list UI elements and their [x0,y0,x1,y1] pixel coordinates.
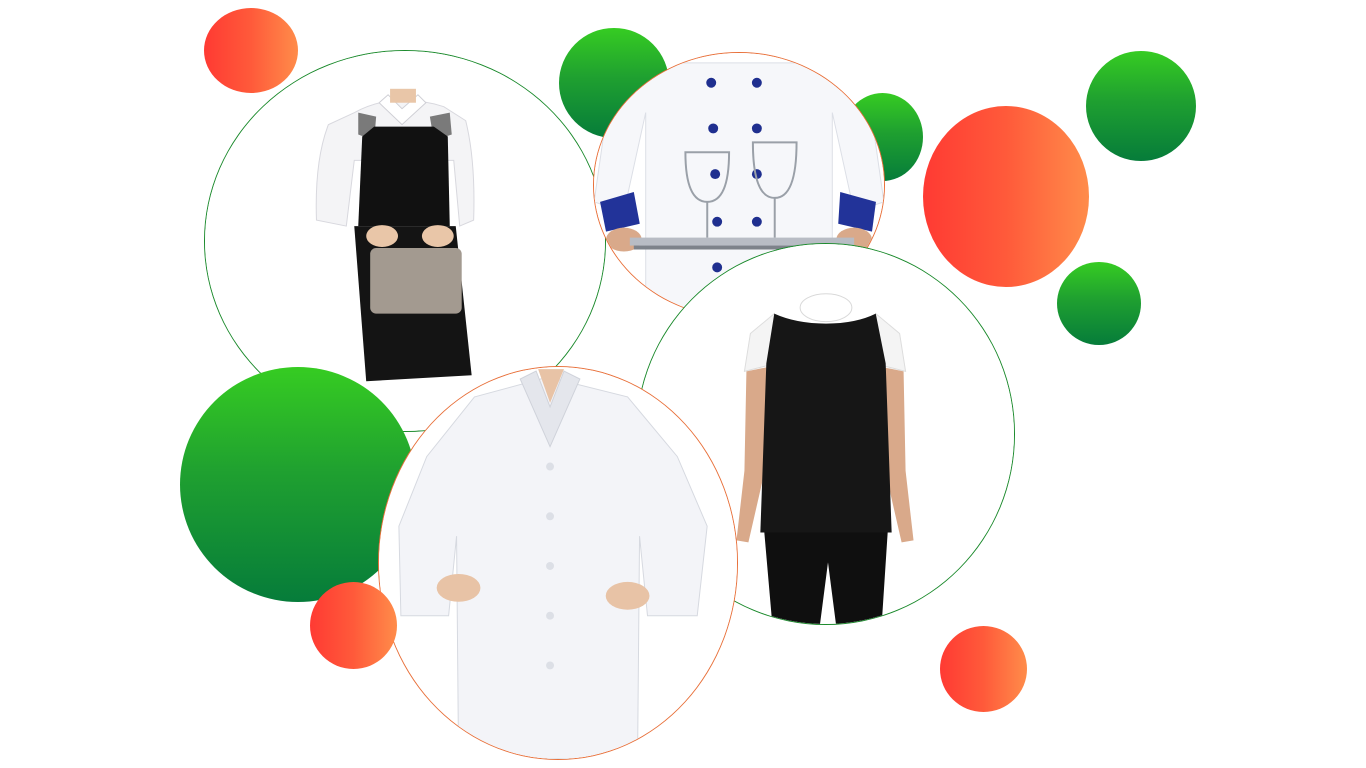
orange-bubble-bottom-right [940,626,1027,712]
orange-bubble-right-large [923,106,1089,287]
white-lab-coat-illustration [379,367,737,759]
green-bubble-right-small [1057,262,1141,345]
orange-bubble-top-left [204,8,298,93]
green-bubble-top-right [1086,51,1196,161]
white-lab-coat-photo [378,366,738,760]
uniform-collage [0,0,1366,768]
orange-bubble-bottom-left [310,582,397,669]
